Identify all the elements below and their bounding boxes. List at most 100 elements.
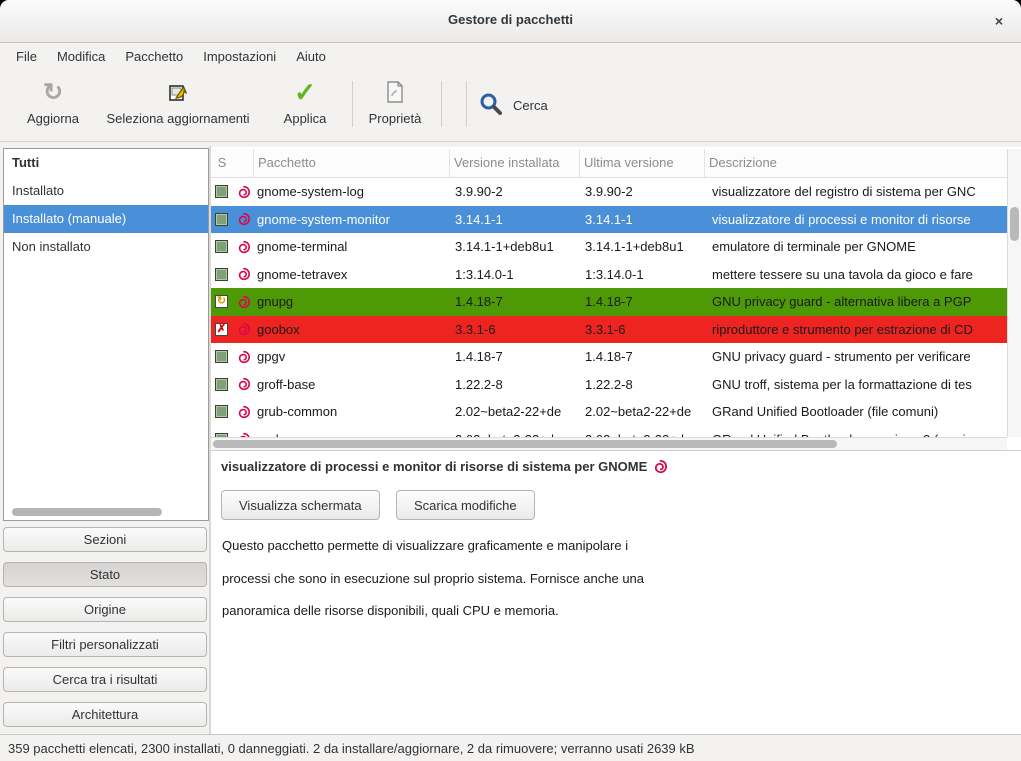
- debian-swirl-icon: [233, 295, 253, 309]
- selector-button-architettura[interactable]: Architettura: [3, 702, 207, 727]
- details-description: Questo pacchetto permette di visualizzar…: [222, 530, 644, 628]
- column-header-icon[interactable]: [233, 149, 253, 177]
- table-row-gnome-system-monitor[interactable]: gnome-system-monitor3.14.1-13.14.1-1visu…: [211, 206, 1007, 234]
- table-hscroll-thumb[interactable]: [213, 440, 837, 448]
- refresh-icon: ↻: [43, 78, 63, 106]
- installed-version: 3.14.1-1+deb8u1: [449, 239, 579, 254]
- selector-button-origine[interactable]: Origine: [3, 597, 207, 622]
- filter-item-installato[interactable]: Installato: [4, 177, 208, 205]
- menu-modifica[interactable]: Modifica: [47, 45, 115, 68]
- table-row-goobox[interactable]: ✗goobox3.3.1-63.3.1-6riproduttore e stru…: [211, 316, 1007, 344]
- mark-upgrades-button[interactable]: Seleziona aggiornamenti: [98, 78, 258, 126]
- filter-items: TuttiInstallatoInstallato (manuale)Non i…: [4, 149, 208, 261]
- status-remove-icon[interactable]: ✗: [215, 323, 228, 336]
- table-hscrollbar[interactable]: [211, 437, 1007, 450]
- table-row-gnupg[interactable]: ↻gnupg1.4.18-71.4.18-7GNU privacy guard …: [211, 288, 1007, 316]
- filter-list-hscrollbar[interactable]: [7, 508, 202, 516]
- column-header-description[interactable]: Descrizione: [704, 149, 1007, 177]
- package-name: groff-base: [253, 377, 449, 392]
- get-screenshot-button[interactable]: Visualizza schermata: [221, 490, 380, 520]
- table-row-gnome-terminal[interactable]: gnome-terminal3.14.1-1+deb8u13.14.1-1+de…: [211, 233, 1007, 261]
- selector-button-stato[interactable]: Stato: [3, 562, 207, 587]
- toolbar-separator: [352, 81, 353, 127]
- table-row-gpgv[interactable]: gpgv1.4.18-71.4.18-7GNU privacy guard - …: [211, 343, 1007, 371]
- window-title: Gestore di pacchetti: [0, 12, 1021, 27]
- menu-file[interactable]: File: [6, 45, 47, 68]
- description-line: Questo pacchetto permette di visualizzar…: [222, 530, 644, 563]
- installed-version: 2.02~beta2-22+de: [449, 404, 579, 419]
- latest-version: 3.14.1-1+deb8u1: [579, 239, 704, 254]
- titlebar[interactable]: Gestore di pacchetti ×: [0, 0, 1021, 43]
- status-installed-icon[interactable]: [215, 213, 228, 226]
- status-installed-icon[interactable]: [215, 240, 228, 253]
- toolbar: ↻ Aggiorna Seleziona aggiornamenti ✓ App…: [0, 69, 1021, 142]
- installed-version: 1.4.18-7: [449, 294, 579, 309]
- menu-impostazioni[interactable]: Impostazioni: [193, 45, 286, 68]
- package-name: gnome-tetravex: [253, 267, 449, 282]
- status-installed-icon[interactable]: [215, 268, 228, 281]
- filter-list-hscroll-thumb[interactable]: [12, 508, 162, 516]
- column-header-status[interactable]: S: [211, 149, 233, 177]
- latest-version: 3.9.90-2: [579, 184, 704, 199]
- refresh-label: Aggiorna: [27, 111, 79, 126]
- status-installed-icon[interactable]: [215, 405, 228, 418]
- status-reinstall-icon[interactable]: ↻: [215, 295, 228, 308]
- status-installed-icon[interactable]: [215, 378, 228, 391]
- menubar: FileModificaPacchettoImpostazioniAiuto: [0, 43, 1021, 69]
- package-description: GNU privacy guard - strumento per verifi…: [704, 349, 1007, 364]
- filter-item-installato-manuale[interactable]: Installato (manuale): [4, 205, 208, 233]
- search-button[interactable]: Cerca: [478, 91, 548, 120]
- package-description: visualizzatore del registro di sistema p…: [704, 184, 1007, 199]
- column-header-installed-version[interactable]: Versione installata: [449, 149, 579, 177]
- selector-button-sezioni[interactable]: Sezioni: [3, 527, 207, 552]
- apply-label: Applica: [284, 111, 327, 126]
- search-label: Cerca: [513, 98, 548, 113]
- magnifier-icon: [478, 91, 504, 120]
- selector-button-cerca-tra-i-risultati[interactable]: Cerca tra i risultati: [3, 667, 207, 692]
- package-name: gnome-terminal: [253, 239, 449, 254]
- installed-version: 1.4.18-7: [449, 349, 579, 364]
- details-title: visualizzatore di processi e monitor di …: [221, 459, 647, 474]
- column-header-latest-version[interactable]: Ultima versione: [579, 149, 704, 177]
- filter-item-non-installato[interactable]: Non installato: [4, 233, 208, 261]
- package-name: gnome-system-log: [253, 184, 449, 199]
- package-description: mettere tessere su una tavola da gioco e…: [704, 267, 1007, 282]
- status-installed-icon[interactable]: [215, 350, 228, 363]
- latest-version: 3.14.1-1: [579, 212, 704, 227]
- table-row-gnome-tetravex[interactable]: gnome-tetravex1:3.14.0-11:3.14.0-1metter…: [211, 261, 1007, 289]
- table-vscrollbar[interactable]: [1007, 149, 1021, 437]
- status-installed-icon[interactable]: [215, 185, 228, 198]
- installed-version: 1:3.14.0-1: [449, 267, 579, 282]
- table-vscroll-thumb[interactable]: [1010, 207, 1019, 241]
- latest-version: 1:3.14.0-1: [579, 267, 704, 282]
- menu-pacchetto[interactable]: Pacchetto: [115, 45, 193, 68]
- filter-item-tutti[interactable]: Tutti: [4, 149, 208, 177]
- debian-swirl-icon: [653, 459, 667, 474]
- get-changelog-button[interactable]: Scarica modifiche: [396, 490, 535, 520]
- properties-button[interactable]: Proprietà: [354, 78, 436, 126]
- toolbar-separator: [466, 81, 467, 127]
- apply-button[interactable]: ✓ Applica: [265, 78, 345, 126]
- table-row-grub-common[interactable]: grub-common2.02~beta2-22+de2.02~beta2-22…: [211, 398, 1007, 426]
- close-icon[interactable]: ×: [989, 11, 1009, 31]
- table-row-gnome-system-log[interactable]: gnome-system-log3.9.90-23.9.90-2visualiz…: [211, 178, 1007, 206]
- column-header-package[interactable]: Pacchetto: [253, 149, 449, 177]
- debian-swirl-icon: [233, 322, 253, 336]
- table-row-groff-base[interactable]: groff-base1.22.2-81.22.2-8GNU troff, sis…: [211, 371, 1007, 399]
- debian-swirl-icon: [233, 185, 253, 199]
- debian-swirl-icon: [233, 267, 253, 281]
- package-description: GRand Unified Bootloader (file comuni): [704, 404, 1007, 419]
- selector-button-filtri-personalizzati[interactable]: Filtri personalizzati: [3, 632, 207, 657]
- description-line: panoramica delle risorse disponibili, qu…: [222, 595, 644, 628]
- table-row-grub-pc[interactable]: grub-pc2.02~beta2-22+de2.02~beta2-22+deG…: [211, 426, 1007, 438]
- package-name: grub-common: [253, 404, 449, 419]
- package-description: visualizzatore di processi e monitor di …: [704, 212, 1007, 227]
- menu-aiuto[interactable]: Aiuto: [286, 45, 336, 68]
- package-table: S Pacchetto Versione installata Ultima v…: [211, 147, 1021, 450]
- debian-swirl-icon: [233, 405, 253, 419]
- package-name: gnupg: [253, 294, 449, 309]
- debian-swirl-icon: [233, 240, 253, 254]
- package-name: gpgv: [253, 349, 449, 364]
- refresh-button[interactable]: ↻ Aggiorna: [13, 78, 93, 126]
- latest-version: 1.4.18-7: [579, 349, 704, 364]
